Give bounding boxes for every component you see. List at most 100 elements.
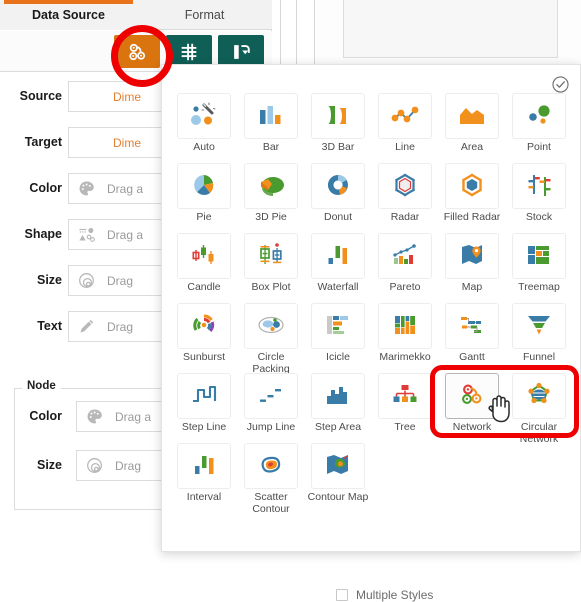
shelf-target-value: Dime [113, 135, 142, 150]
chart-type-tile-tree[interactable] [378, 373, 432, 419]
donut-icon [321, 171, 355, 201]
shelf-source-label: Source [19, 89, 62, 103]
chart-type-label: Scatter Contour [252, 491, 290, 515]
chart-type-label: Stock [525, 211, 553, 223]
shelf-node-color-label: Color [29, 409, 62, 423]
palette-icon [77, 402, 111, 431]
pareto-icon [388, 241, 422, 271]
chart-type-tile-funnel[interactable] [512, 303, 566, 349]
shelf-text-value: Drag [107, 319, 134, 334]
tab-data-source[interactable]: Data Source [0, 0, 137, 30]
chart-type-tile-pareto[interactable] [378, 233, 432, 279]
circular-network-icon [522, 381, 556, 411]
chart-type-tile-interval[interactable] [177, 443, 231, 489]
chart-type-tile-line[interactable] [378, 93, 432, 139]
radar-icon [388, 171, 422, 201]
chart-type-tile-scatter-contour[interactable] [244, 443, 298, 489]
chart-type-label: Gantt [459, 351, 485, 363]
chart-type-label: Sunburst [182, 351, 226, 363]
chart-type-tile-3d-pie[interactable] [244, 163, 298, 209]
chart-type-tile-box-plot[interactable] [244, 233, 298, 279]
bar3d-icon [321, 101, 355, 131]
chart-type-label: Treemap [518, 281, 560, 293]
chart-type-tile-contour-map[interactable] [311, 443, 365, 489]
chart-type-tile-jump-line[interactable] [244, 373, 298, 419]
pie3d-icon [254, 171, 288, 201]
chart-canvas-placeholder [343, 0, 558, 58]
chart-type-tile-circle-packing[interactable] [244, 303, 298, 349]
shelf-shape-label: Shape [24, 227, 62, 241]
check-circle-icon[interactable] [551, 75, 570, 94]
tree-icon [388, 381, 422, 411]
chart-type-tile-candle[interactable] [177, 233, 231, 279]
tab-format-label: Format [184, 8, 225, 22]
auto-icon [187, 101, 221, 131]
chart-type-tile-marimekko[interactable] [378, 303, 432, 349]
chart-type-label: Network [452, 421, 492, 433]
chart-type-label: Circle Packing [252, 351, 290, 375]
panel-divider-2 [281, 0, 297, 72]
chart-type-label: Box Plot [251, 281, 291, 293]
chart-type-tile-gantt[interactable] [445, 303, 499, 349]
shelf-text-label: Text [37, 319, 62, 333]
chart-type-tile-waterfall[interactable] [311, 233, 365, 279]
chart-type-tile-3d-bar[interactable] [311, 93, 365, 139]
contour-map-icon [321, 451, 355, 481]
chart-type-label: Interval [186, 491, 222, 503]
funnel-icon [522, 311, 556, 341]
swap-icon [234, 44, 250, 59]
multiple-styles-checkbox[interactable]: Multiple Styles [336, 588, 433, 602]
waterfall-icon [321, 241, 355, 271]
chart-type-label: Step Area [314, 421, 362, 433]
chart-type-label: Line [395, 141, 415, 153]
marimekko-icon [388, 311, 422, 341]
size-icon [77, 451, 111, 480]
jump-line-icon [254, 381, 288, 411]
chart-type-tile-radar[interactable] [378, 163, 432, 209]
shelf-color-label: Color [29, 181, 62, 195]
axis-icon [181, 43, 197, 60]
chart-type-label: Point [527, 141, 551, 153]
chart-type-label: Pareto [389, 281, 421, 293]
palette-icon [69, 174, 103, 203]
chart-type-tile-bar[interactable] [244, 93, 298, 139]
chart-type-tile-step-area[interactable] [311, 373, 365, 419]
shelf-source-value: Dime [113, 89, 142, 104]
chart-type-tile-donut[interactable] [311, 163, 365, 209]
circle-packing-icon [254, 311, 288, 341]
chart-type-label: Icicle [326, 351, 350, 363]
treemap-icon [522, 241, 556, 271]
bar-icon [254, 101, 288, 131]
shelf-node-size-value: Drag [115, 458, 142, 473]
chart-type-label: Waterfall [317, 281, 359, 293]
chart-type-tile-stock[interactable] [512, 163, 566, 209]
chart-type-label: Pie [196, 211, 212, 223]
map-icon [455, 241, 489, 271]
panel-divider-3 [297, 0, 315, 72]
chart-type-tile-filled-radar[interactable] [445, 163, 499, 209]
chart-type-label: Contour Map [307, 491, 369, 503]
shape-icon [69, 220, 103, 249]
scatter-contour-icon [254, 451, 288, 481]
chart-type-tile-step-line[interactable] [177, 373, 231, 419]
chart-type-tile-circular-network[interactable] [512, 373, 566, 419]
chart-type-tile-icicle[interactable] [311, 303, 365, 349]
chart-type-label: 3D Pie [255, 211, 287, 223]
chart-type-tile-network[interactable] [445, 373, 499, 419]
chart-type-tile-map[interactable] [445, 233, 499, 279]
chart-type-tile-point[interactable] [512, 93, 566, 139]
network-chart-button[interactable] [114, 35, 160, 68]
chart-type-tile-area[interactable] [445, 93, 499, 139]
chart-type-tile-sunburst[interactable] [177, 303, 231, 349]
chart-type-tile-auto[interactable] [177, 93, 231, 139]
chart-type-label: Tree [394, 421, 416, 433]
multiple-styles-box [336, 589, 348, 601]
pencil-icon [69, 312, 103, 341]
panel-divider-1 [272, 0, 281, 72]
gantt-icon [455, 311, 489, 341]
chart-type-tile-pie[interactable] [177, 163, 231, 209]
size-icon [69, 266, 103, 295]
tab-format[interactable]: Format [137, 0, 272, 30]
tab-data-source-label: Data Source [32, 8, 105, 22]
chart-type-tile-treemap[interactable] [512, 233, 566, 279]
